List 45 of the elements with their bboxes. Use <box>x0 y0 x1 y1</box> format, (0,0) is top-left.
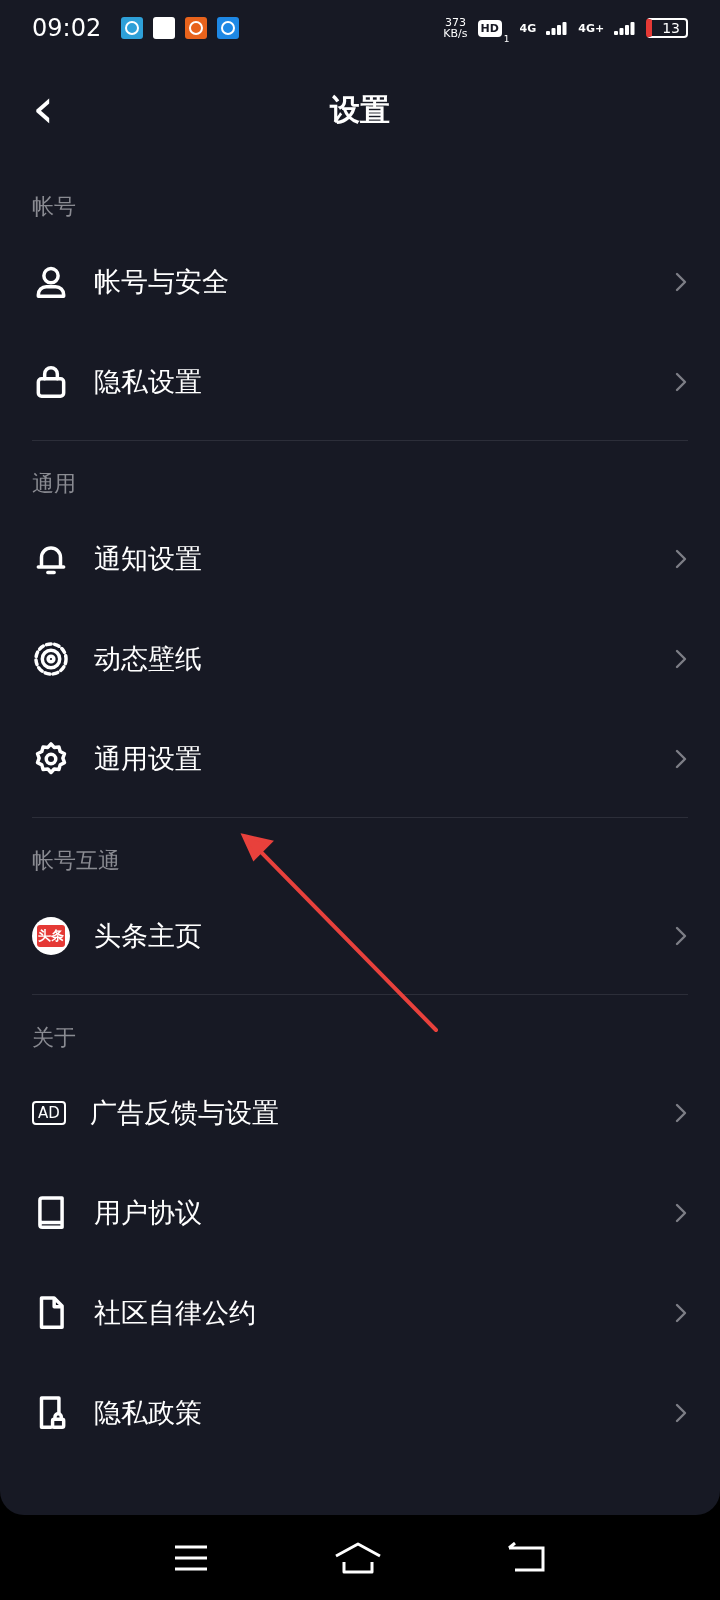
network-type: 4G <box>519 21 537 35</box>
settings-item[interactable]: 隐私政策 <box>94 1395 650 1431</box>
battery-level: 13 <box>646 18 688 38</box>
app-notification-icon <box>217 17 240 39</box>
chevron-right-icon <box>674 270 688 294</box>
settings-item[interactable]: 广告反馈与设置 <box>89 1095 650 1131</box>
chevron-right-icon <box>674 1101 688 1125</box>
app-notification-icon <box>121 17 144 39</box>
settings-item[interactable]: 动态壁纸 <box>94 641 650 677</box>
settings-item[interactable]: 隐私设置 <box>94 364 650 400</box>
settings-item[interactable]: 社区自律公约 <box>94 1295 650 1331</box>
hd-indicator: HD <box>477 19 502 37</box>
chevron-right-icon <box>674 547 688 571</box>
signal-icon <box>614 21 637 35</box>
app-notification-icon <box>185 17 208 39</box>
chevron-right-icon <box>674 647 688 671</box>
network-type: 4G+ <box>578 21 605 35</box>
status-time: 09:02 <box>32 14 102 42</box>
chevron-right-icon <box>674 747 688 771</box>
home-icon[interactable] <box>334 1541 382 1574</box>
settings-item[interactable]: 通知设置 <box>94 541 650 577</box>
chevron-right-icon <box>674 924 688 948</box>
sim-number: 1 <box>503 34 510 44</box>
section-title: 关于 <box>32 1025 76 1050</box>
dashed-ring-icon <box>32 640 70 678</box>
signal-icon <box>546 21 569 35</box>
section-title: 帐号互通 <box>32 848 120 873</box>
back-nav-icon[interactable] <box>507 1541 548 1574</box>
network-speed: 373 KB/s <box>443 17 468 39</box>
menu-icon[interactable] <box>172 1543 209 1572</box>
settings-item[interactable]: 帐号与安全 <box>94 264 650 300</box>
chevron-right-icon <box>674 1401 688 1425</box>
back-button[interactable]: ‹ <box>24 80 63 136</box>
settings-item[interactable]: 用户协议 <box>94 1195 650 1231</box>
toutiao-logo: 头条 <box>32 917 70 955</box>
app-notification-icon <box>153 17 176 39</box>
ad-mark: AD <box>32 1101 66 1125</box>
section-title: 通用 <box>32 471 76 496</box>
settings-item[interactable]: 头条主页 <box>94 918 650 954</box>
page-title: 设置 <box>330 90 390 129</box>
chevron-right-icon <box>674 370 688 394</box>
settings-item[interactable]: 通用设置 <box>94 741 650 777</box>
section-title: 帐号 <box>32 194 76 219</box>
chevron-right-icon <box>674 1301 688 1325</box>
chevron-right-icon <box>674 1201 688 1225</box>
